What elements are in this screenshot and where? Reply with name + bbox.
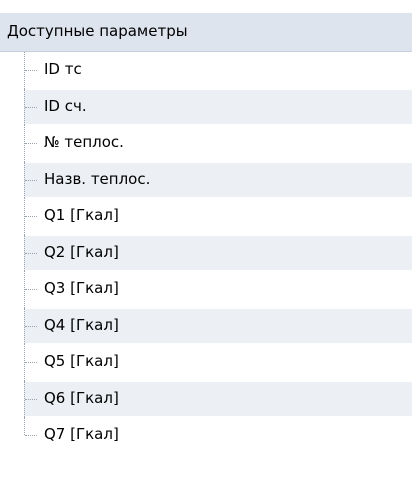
- tree-branch-line: [25, 106, 37, 108]
- tree-branch-line: [25, 289, 37, 291]
- tree-item-label: Q3 [Гкал]: [44, 279, 119, 297]
- tree-branch-line: [25, 216, 37, 218]
- tree-branch-line: [25, 362, 37, 364]
- panel-header-label: Доступные параметры: [7, 22, 188, 40]
- tree-item-label: Q6 [Гкал]: [44, 388, 119, 407]
- tree-item-label: Q4 [Гкал]: [44, 315, 119, 334]
- tree-branch-line: [25, 143, 37, 145]
- tree-item-label: Q1 [Гкал]: [44, 206, 119, 224]
- parameters-tree: ID тс ID сч. № теплос. Назв. теплос. Q1 …: [0, 52, 412, 454]
- tree-item-label: ID тс: [44, 60, 82, 78]
- tree-item-label: ID сч.: [44, 96, 87, 115]
- tree-item-q3[interactable]: Q3 [Гкал]: [0, 271, 412, 308]
- tree-item-q1[interactable]: Q1 [Гкал]: [0, 198, 412, 235]
- tree-item-label: Q5 [Гкал]: [44, 352, 119, 370]
- tree-item-q2[interactable]: Q2 [Гкал]: [0, 234, 412, 271]
- tree-item-q7[interactable]: Q7 [Гкал]: [0, 417, 412, 454]
- tree-branch-line: [25, 252, 37, 254]
- tree-item-label: Q2 [Гкал]: [44, 242, 119, 261]
- tree-item-teplos-number[interactable]: № теплос.: [0, 125, 412, 162]
- tree-item-label: Q7 [Гкал]: [44, 425, 119, 443]
- tree-branch-line: [25, 398, 37, 400]
- tree-item-q5[interactable]: Q5 [Гкал]: [0, 344, 412, 381]
- tree-branch-line: [25, 325, 37, 327]
- tree-item-label: № теплос.: [44, 133, 124, 151]
- tree-item-id-ts[interactable]: ID тс: [0, 52, 412, 89]
- tree-item-q6[interactable]: Q6 [Гкал]: [0, 380, 412, 417]
- tree-guide-line: [24, 417, 25, 436]
- panel-header: Доступные параметры: [0, 13, 412, 52]
- tree-item-q4[interactable]: Q4 [Гкал]: [0, 307, 412, 344]
- tree-item-id-sch[interactable]: ID сч.: [0, 88, 412, 125]
- tree-branch-line: [25, 435, 37, 437]
- tree-branch-line: [25, 70, 37, 72]
- tree-branch-line: [25, 179, 37, 181]
- available-parameters-panel: Доступные параметры ID тс ID сч. № тепло…: [0, 0, 412, 490]
- tree-item-label: Назв. теплос.: [44, 169, 151, 188]
- tree-item-teplos-name[interactable]: Назв. теплос.: [0, 161, 412, 198]
- row-background: [24, 53, 412, 88]
